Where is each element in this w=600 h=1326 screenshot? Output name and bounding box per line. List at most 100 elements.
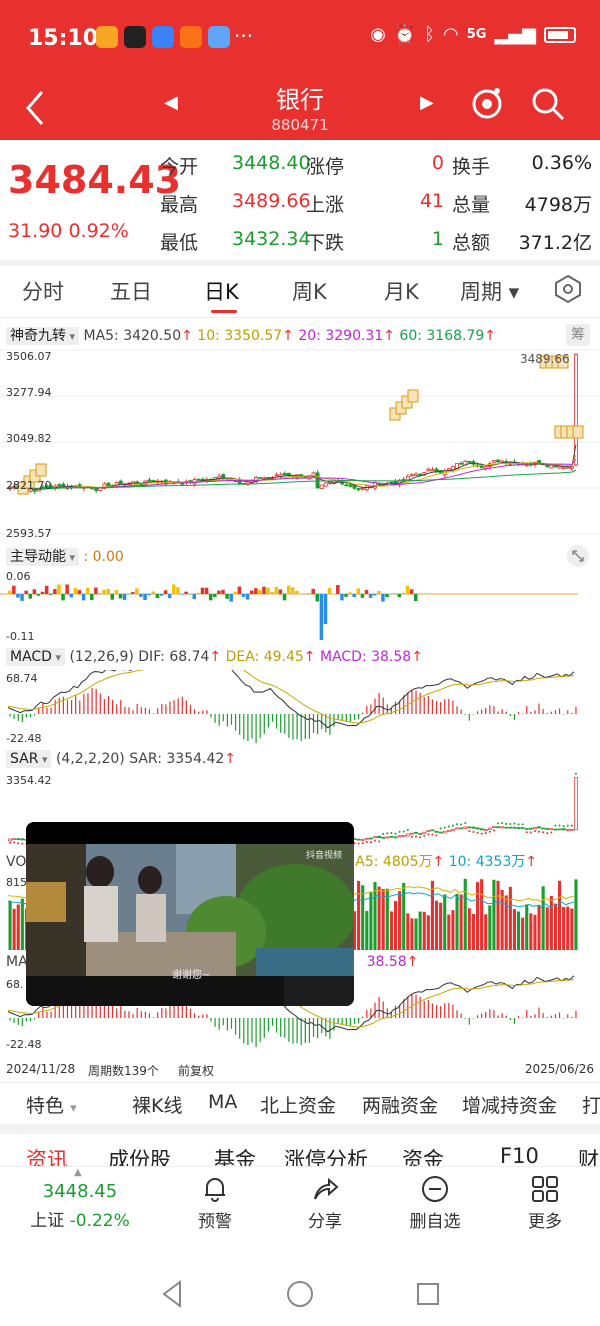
main-force-bar — [102, 589, 106, 594]
feature-ma[interactable]: MA — [208, 1091, 237, 1113]
video-watermark: 抖音视频 — [306, 851, 343, 861]
chip-distribution-badge[interactable]: 筹 — [566, 324, 590, 346]
feature-margin[interactable]: 两融资金 — [362, 1091, 438, 1118]
value-turnover: 0.36% — [531, 152, 592, 174]
app-icon-4 — [180, 26, 202, 48]
main-force-bar — [143, 594, 147, 600]
dea-value: DEA: 49.45↑ — [225, 649, 316, 665]
tab-f10[interactable]: F10 — [500, 1144, 539, 1166]
nav-recents-icon[interactable] — [416, 1282, 440, 1306]
sar-dot — [415, 835, 418, 838]
main-force-select[interactable]: 主导动能 — [6, 548, 80, 566]
volume-bar — [389, 911, 393, 950]
sar-dot — [361, 842, 364, 845]
network-type: 5G — [466, 27, 487, 42]
sar-select[interactable]: SAR — [6, 750, 52, 768]
candle-body — [57, 484, 62, 487]
main-force-bar — [360, 594, 365, 598]
feature-northbound[interactable]: 北上资金 — [260, 1091, 336, 1118]
tab-daily-k[interactable]: 日K — [204, 276, 239, 306]
candle-body — [426, 468, 431, 472]
feature-more[interactable]: 打 — [582, 1091, 600, 1118]
main-force-bar — [356, 588, 361, 594]
main-force-bar — [377, 590, 381, 594]
candle-body — [94, 488, 99, 491]
indicator-select[interactable]: 神奇九转 — [6, 327, 80, 345]
share-button[interactable]: 分享 — [290, 1175, 360, 1232]
candle-body — [467, 460, 472, 463]
change-percent: 0.92% — [68, 220, 129, 242]
candle-body — [348, 484, 353, 487]
macd-params: (12,26,9) — [69, 649, 134, 665]
expand-icon[interactable] — [566, 544, 590, 568]
tab-news[interactable]: 资讯 — [26, 1144, 68, 1166]
volume-bar — [553, 903, 557, 950]
tab-monthly-k[interactable]: 月K — [384, 276, 419, 306]
candle-body — [549, 464, 554, 469]
index-ticker[interactable]: 3448.45 上证 -0.22% — [0, 1181, 160, 1231]
volume-bar — [537, 904, 541, 950]
sar-dot — [390, 831, 393, 834]
y-tick: 3354.42 — [6, 774, 52, 787]
search-icon[interactable] — [530, 86, 566, 122]
remove-watchlist-button[interactable]: 删自选 — [400, 1175, 470, 1232]
main-force-bar — [40, 591, 45, 594]
settings-hex-icon[interactable] — [554, 274, 582, 304]
tab-constituents[interactable]: 成份股 — [108, 1144, 171, 1166]
main-force-bar — [245, 594, 250, 600]
sar-dot — [386, 832, 389, 835]
sar-dot — [9, 841, 12, 844]
candlestick-chart[interactable] — [0, 348, 600, 540]
feature-special[interactable]: 特色 ▾ — [26, 1091, 77, 1118]
main-force-bar — [262, 586, 266, 594]
y-tick: 68. — [6, 978, 24, 991]
main-force-bar — [8, 590, 12, 594]
tab-weekly-k[interactable]: 周K — [292, 276, 327, 306]
sar-candle — [483, 829, 488, 831]
alert-button[interactable]: 预警 — [180, 1175, 250, 1232]
macd-chart — [0, 670, 578, 744]
main-force-bar — [155, 594, 160, 599]
share-icon — [314, 1177, 339, 1200]
adjust-mode[interactable]: 前复权 — [178, 1062, 214, 1079]
sar-candle — [569, 829, 574, 831]
tab-funds[interactable]: 基金 — [214, 1144, 256, 1166]
more-button[interactable]: 更多 — [510, 1175, 580, 1232]
macd-select[interactable]: MACD — [6, 648, 65, 666]
tab-period[interactable]: 周期 ▾ — [460, 276, 519, 306]
main-force-bar — [208, 594, 213, 601]
quote-row: 今开 3448.40 涨停 0 换手 0.36% — [160, 150, 600, 188]
main-force-bar — [44, 585, 49, 594]
sar-candle — [8, 838, 12, 842]
nav-home-icon[interactable] — [286, 1280, 314, 1308]
volume-bar — [471, 913, 475, 950]
feature-bare-k[interactable]: 裸K线 — [132, 1091, 182, 1118]
feature-bar: 特色 ▾ 裸K线 MA 北上资金 两融资金 增减持资金 打 — [0, 1082, 600, 1122]
label-turnover: 换手 — [452, 156, 491, 178]
nav-back-icon[interactable] — [160, 1280, 184, 1308]
volume-bar — [410, 918, 414, 950]
sar-dot — [439, 827, 442, 830]
sar-candle — [553, 828, 558, 831]
main-force-bar — [12, 585, 16, 594]
main-force-bar — [90, 594, 94, 600]
tab-intraday[interactable]: 分时 — [22, 276, 64, 306]
tab-five-day[interactable]: 五日 — [110, 276, 152, 306]
main-force-bar — [16, 594, 20, 598]
feature-shareholding-change[interactable]: 增减持资金 — [462, 1091, 557, 1118]
sar-dot — [574, 772, 577, 775]
sar-dot — [406, 829, 409, 832]
tab-capital[interactable]: 资金 — [402, 1144, 444, 1166]
sar-dot — [410, 835, 413, 838]
floating-video-player[interactable]: 抖音视频 谢谢您~ — [26, 822, 354, 1006]
next-stock-button[interactable]: ▶ — [420, 92, 434, 113]
label-amount: 总额 — [452, 232, 491, 254]
robot-icon[interactable] — [470, 86, 504, 122]
main-force-bar — [118, 594, 123, 599]
tab-limit-up-analysis[interactable]: 涨停分析 — [284, 1144, 368, 1166]
value-amount: 371.2亿 — [518, 232, 592, 254]
main-force-bar — [352, 594, 356, 598]
candle-body — [315, 472, 320, 489]
volume-bar — [381, 889, 385, 950]
tab-finance[interactable]: 财 — [578, 1144, 599, 1166]
